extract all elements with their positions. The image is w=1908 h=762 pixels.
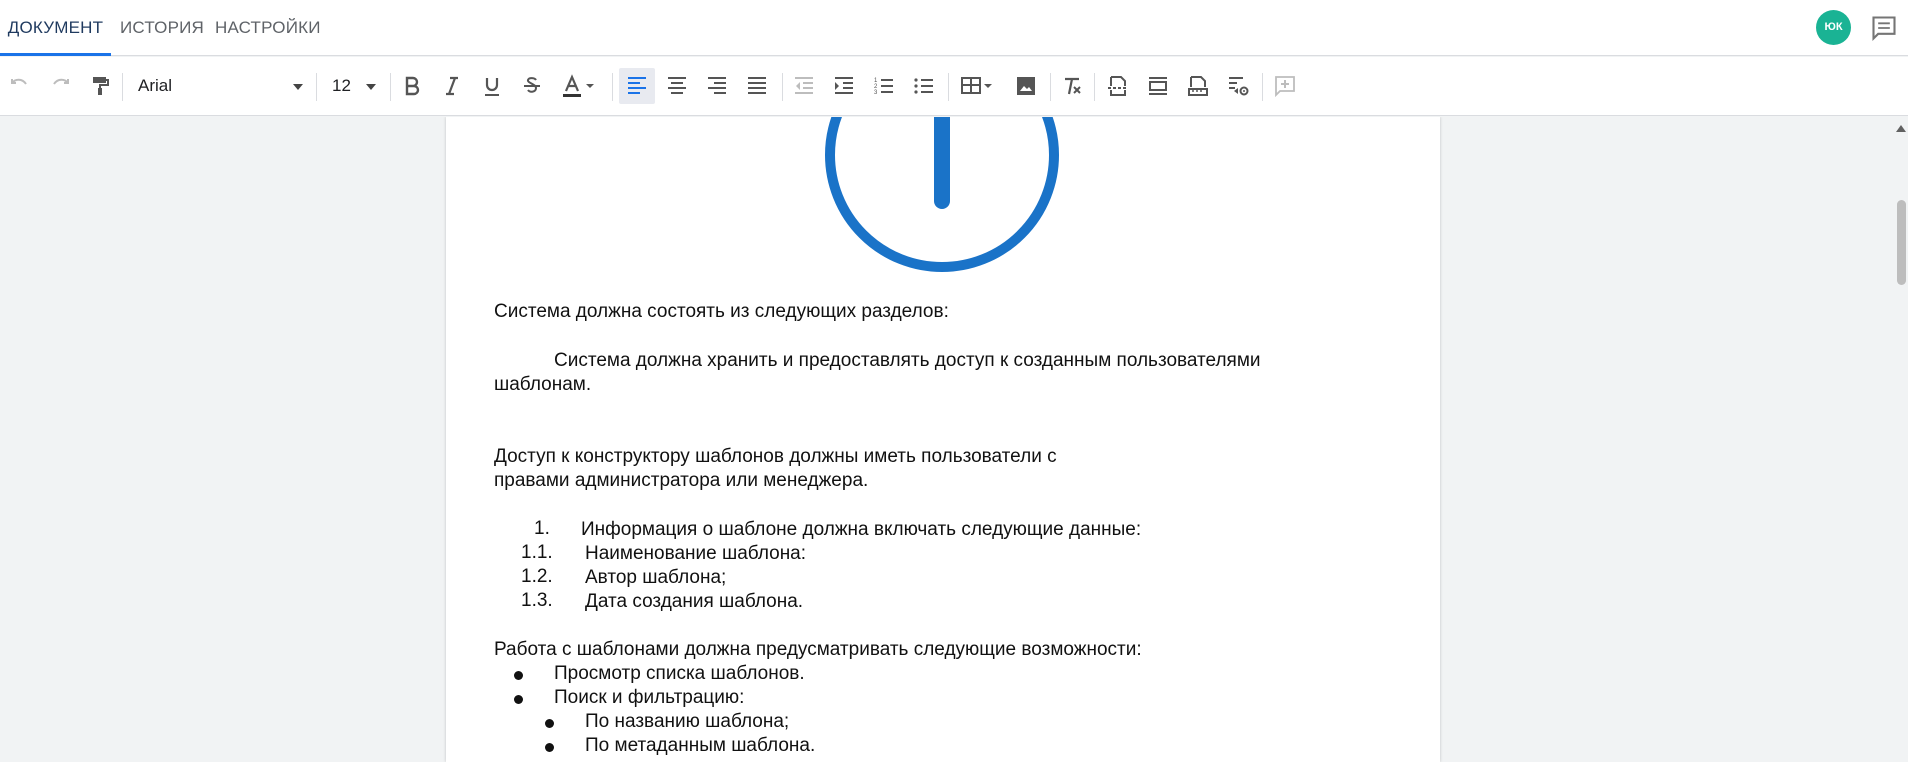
list-item: Наименование шаблона:	[585, 543, 807, 564]
toolbar-divider	[390, 73, 391, 101]
toolbar-divider	[782, 73, 783, 101]
numbered-list-icon[interactable]: 123	[866, 68, 902, 104]
info-icon	[822, 117, 1062, 275]
text-color-icon[interactable]	[554, 68, 604, 104]
paragraph: Система должна состоять из следующих раз…	[494, 301, 949, 322]
paragraph: Система должна хранить и предоставлять д…	[554, 350, 1261, 371]
underline-icon[interactable]	[474, 68, 510, 104]
list-item: Просмотр списка шаблонов.	[554, 663, 805, 684]
list-number: 1.3.	[521, 590, 553, 611]
toolbar-divider	[316, 73, 317, 101]
tab-history[interactable]: ИСТОРИЯ	[120, 0, 204, 56]
bullet-icon	[514, 695, 523, 704]
table-icon[interactable]	[953, 68, 1001, 104]
chevron-down-icon	[366, 84, 376, 90]
list-item: По названию шаблона;	[585, 711, 790, 732]
tab-document[interactable]: ДОКУМЕНТ	[0, 0, 111, 56]
align-justify-icon[interactable]	[739, 68, 775, 104]
bold-icon[interactable]	[394, 68, 430, 104]
image-icon[interactable]	[1008, 68, 1044, 104]
align-left-icon[interactable]	[619, 68, 655, 104]
page-break-icon[interactable]	[1100, 68, 1136, 104]
paragraph: Работа с шаблонами должна предусматриват…	[494, 639, 1142, 660]
editor-toolbar: Arial 12 123	[0, 57, 1908, 116]
indent-icon[interactable]	[826, 68, 862, 104]
redo-icon[interactable]	[42, 68, 78, 104]
align-right-icon[interactable]	[699, 68, 735, 104]
clear-formatting-icon[interactable]	[1054, 68, 1090, 104]
paragraph: правами администратора или менеджера.	[494, 470, 869, 491]
list-item: Дата создания шаблона.	[585, 591, 804, 612]
list-item: Поиск и фильтрацию:	[554, 687, 745, 708]
list-item: По метаданным шаблона.	[585, 735, 816, 756]
comments-icon[interactable]	[1870, 14, 1898, 42]
bullet-icon	[545, 743, 554, 752]
toolbar-divider	[612, 73, 613, 101]
add-comment-icon[interactable]	[1267, 68, 1303, 104]
outdent-icon[interactable]	[786, 68, 822, 104]
tab-settings[interactable]: НАСТРОЙКИ	[215, 0, 321, 56]
align-center-icon[interactable]	[659, 68, 695, 104]
list-number: 1.2.	[521, 566, 553, 587]
bullet-icon	[514, 671, 523, 680]
list-number: 1.1.	[521, 542, 553, 563]
paragraph: Доступ к конструктору шаблонов должны им…	[494, 446, 1057, 467]
top-nav: ДОКУМЕНТ ИСТОРИЯ НАСТРОЙКИ ЮК	[0, 0, 1908, 56]
page-settings-icon[interactable]	[1220, 68, 1256, 104]
paint-format-icon[interactable]	[82, 68, 118, 104]
avatar[interactable]: ЮК	[1816, 10, 1851, 45]
strikethrough-icon[interactable]	[514, 68, 550, 104]
ruler-icon[interactable]	[1180, 68, 1216, 104]
bullet-icon	[545, 719, 554, 728]
font-family-select[interactable]: Arial	[128, 68, 308, 104]
toolbar-divider	[122, 73, 123, 101]
list-item: Информация о шаблоне должна включать сле…	[581, 519, 1142, 540]
toolbar-divider	[948, 73, 949, 101]
undo-icon[interactable]	[2, 68, 38, 104]
chevron-down-icon	[293, 84, 303, 90]
section-icon[interactable]	[1140, 68, 1176, 104]
list-number: 1.	[534, 518, 550, 539]
toolbar-divider	[1262, 73, 1263, 101]
toolbar-divider	[1050, 73, 1051, 101]
editor-workspace[interactable]: Система должна состоять из следующих раз…	[0, 117, 1908, 762]
scroll-up-arrow-icon[interactable]	[1896, 125, 1906, 132]
svg-text:3: 3	[874, 90, 878, 96]
document-page[interactable]: Система должна состоять из следующих раз…	[446, 117, 1440, 762]
toolbar-divider	[1094, 73, 1095, 101]
scrollbar-thumb[interactable]	[1897, 200, 1906, 285]
paragraph: шаблонам.	[494, 374, 592, 395]
italic-icon[interactable]	[434, 68, 470, 104]
bulleted-list-icon[interactable]	[906, 68, 942, 104]
list-item: Автор шаблона;	[585, 567, 727, 588]
